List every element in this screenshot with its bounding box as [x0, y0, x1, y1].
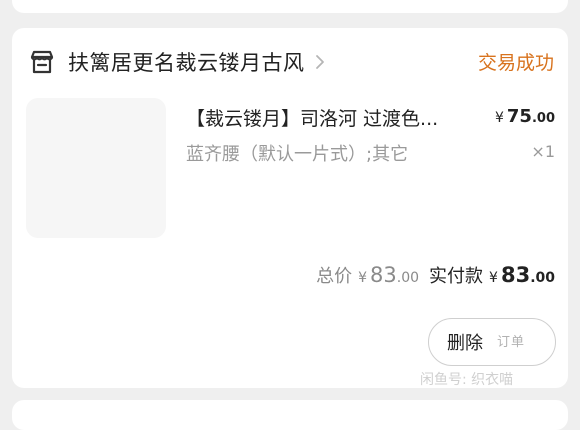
previous-card	[12, 0, 568, 13]
total-price: ¥83.00	[358, 263, 419, 287]
item-title[interactable]: 【裁云镂月】司洛河 过渡色...	[186, 104, 496, 131]
total-price-integer: 83	[370, 263, 397, 287]
item-price: ¥75.00	[495, 106, 555, 127]
item-thumbnail[interactable]	[26, 98, 166, 238]
paid-amount: ¥83.00	[489, 263, 555, 287]
order-totals: 总价 ¥83.00 实付款 ¥83.00	[316, 262, 555, 288]
shop-header[interactable]: 扶篱居更名裁云镂月古风	[28, 46, 327, 78]
order-status: 交易成功	[477, 52, 554, 74]
item-quantity: ×1	[531, 142, 555, 161]
paid-amount-symbol: ¥	[489, 270, 498, 286]
next-card	[12, 400, 568, 430]
order-card: 扶篱居更名裁云镂月古风 交易成功 【裁云镂月】司洛河 过渡色... ¥75.00…	[12, 28, 568, 388]
shop-icon	[28, 48, 56, 76]
item-price-symbol: ¥	[494, 110, 504, 126]
shop-name[interactable]: 扶篱居更名裁云镂月古风	[68, 47, 305, 77]
total-price-label: 总价	[316, 266, 353, 287]
watermark-overlay: 订单	[497, 335, 526, 350]
item-price-integer: 75	[506, 106, 532, 127]
chevron-right-icon[interactable]	[313, 53, 327, 71]
paid-amount-label: 实付款	[429, 266, 484, 287]
item-price-decimal: .00	[531, 111, 555, 126]
total-price-decimal: .00	[396, 270, 420, 286]
watermark: 闲鱼号: 织衣喵	[420, 372, 514, 388]
item-spec: 蓝齐腰（默认一片式）;其它	[186, 144, 409, 165]
paid-amount-integer: 83	[500, 263, 531, 287]
paid-amount-decimal: .00	[530, 270, 555, 286]
delete-order-button[interactable]: 删除	[428, 318, 556, 366]
total-price-symbol: ¥	[358, 270, 368, 286]
